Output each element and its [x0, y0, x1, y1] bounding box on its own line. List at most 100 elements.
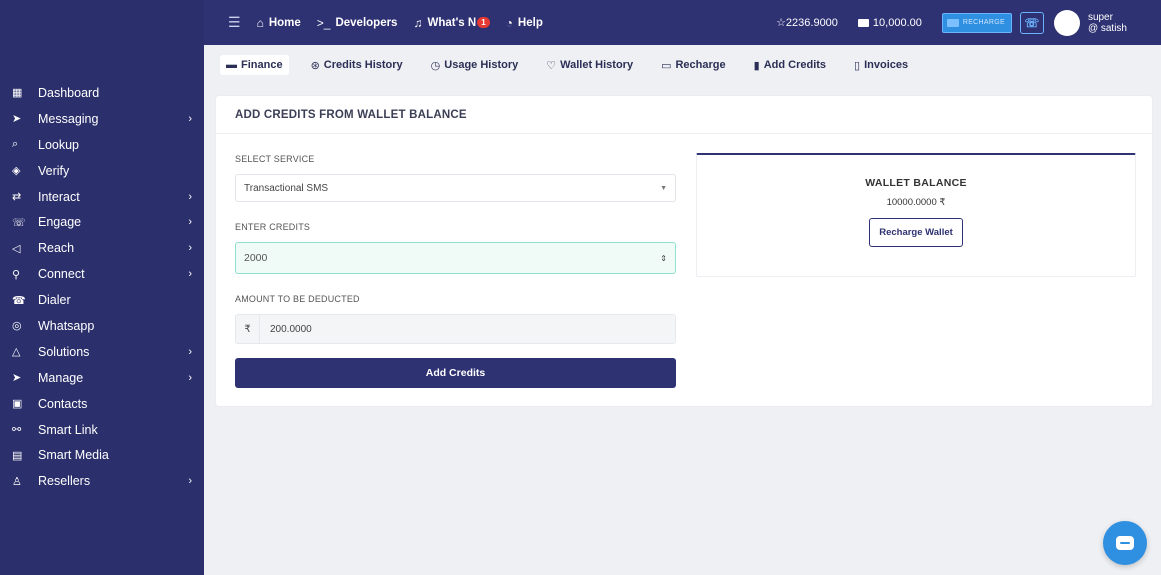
dashboard-icon: ▦ — [12, 87, 23, 100]
add-credits-icon: ▮ — [753, 59, 760, 72]
tab-add-credits[interactable]: ▮ Add Credits — [748, 55, 832, 76]
avatar[interactable] — [1053, 9, 1080, 36]
sidebar-item-contacts[interactable]: ▣ Contacts — [0, 391, 204, 417]
wallet-icon — [857, 18, 869, 27]
tab-credits-history[interactable]: ⊛ Credits History — [305, 55, 409, 76]
sidebar: ▦ Dashboard ➤ Messaging › ⌕ Lookup ◈ Verify ⇄ Inte… — [0, 0, 204, 575]
chevron-right-icon: › — [188, 242, 192, 255]
nav-whats-new-link[interactable]: ♫ What's N 1 — [413, 15, 490, 30]
sidebar-item-smart-media[interactable]: ▤ Smart Media — [0, 442, 204, 468]
sidebar-item-label: Solutions — [38, 344, 90, 359]
sidebar-item-interact[interactable]: ⇄ Interact › — [0, 184, 204, 210]
sidebar-item-whatsapp[interactable]: ◎ Whatsapp — [0, 313, 204, 339]
nav-whats-new-label: What's N — [427, 16, 477, 29]
hamburger-menu-icon[interactable]: ☰ — [228, 14, 241, 31]
sidebar-item-label: Interact — [38, 189, 80, 204]
credits-input[interactable]: 2000 ⇕ — [235, 242, 676, 274]
finance-subnav: ▬ Finance ⊛ Credits History ◷ Usage History ♡ W… — [204, 45, 1161, 85]
sidebar-item-label: Contacts — [38, 396, 88, 411]
wallet-history-icon: ♡ — [546, 59, 557, 72]
tab-label: Wallet History — [560, 59, 634, 71]
wallet-balance-title: WALLET BALANCE — [865, 177, 967, 189]
triangle-icon: △ — [12, 346, 21, 359]
tab-invoices[interactable]: ▯ Invoices — [848, 55, 914, 76]
sidebar-item-dashboard[interactable]: ▦ Dashboard — [0, 80, 204, 106]
topbar-right: ☆2236.9000 10,000.00 RECHARGE ☏ super @ … — [776, 0, 1161, 45]
sidebar-nav: ▦ Dashboard ➤ Messaging › ⌕ Lookup ◈ Verify ⇄ Inte… — [0, 80, 204, 494]
chat-icon — [1116, 536, 1134, 550]
whatsapp-icon: ◎ — [12, 320, 22, 333]
sidebar-item-dialer[interactable]: ☎ Dialer — [0, 287, 204, 313]
media-icon: ▤ — [12, 449, 23, 462]
sidebar-item-label: Messaging — [38, 111, 99, 126]
tab-label: Usage History — [444, 59, 519, 71]
recharge-wallet-button[interactable]: Recharge Wallet — [869, 218, 963, 247]
sidebar-item-label: Whatsapp — [38, 318, 95, 333]
add-credits-card: ADD CREDITS FROM WALLET BALANCE SELECT S… — [216, 96, 1152, 406]
amount-deducted-value: 200.0000 — [270, 323, 312, 335]
sidebar-item-verify[interactable]: ◈ Verify — [0, 158, 204, 184]
tab-finance[interactable]: ▬ Finance — [220, 55, 289, 75]
chevron-right-icon: › — [188, 345, 192, 358]
send-icon: ➤ — [12, 113, 22, 126]
recharge-button[interactable]: RECHARGE — [941, 12, 1012, 33]
wallet-balance-value: 10,000.00 — [872, 16, 922, 29]
sidebar-item-label: Engage — [38, 215, 82, 230]
tab-label: Recharge — [675, 59, 726, 71]
nav-home-label: Home — [268, 16, 301, 29]
user-name: super — [1087, 11, 1113, 23]
chat-widget-button[interactable] — [1103, 521, 1147, 565]
nav-help-label: Help — [517, 16, 543, 29]
sidebar-brand — [0, 0, 204, 80]
sidebar-item-engage[interactable]: ☏ Engage › — [0, 209, 204, 235]
chevron-right-icon: › — [188, 371, 192, 384]
megaphone-icon: ◁ — [12, 242, 21, 255]
sidebar-item-lookup[interactable]: ⌕ Lookup — [0, 132, 204, 158]
help-icon: ◔ — [505, 15, 513, 30]
service-select[interactable]: Transactional SMS ▼ — [235, 174, 676, 202]
add-credits-form: SELECT SERVICE Transactional SMS ▼ ENTER… — [235, 154, 676, 388]
contacts-icon: ▣ — [12, 398, 23, 411]
bell-icon: ♫ — [413, 15, 423, 30]
tab-usage-history[interactable]: ◷ Usage History — [425, 55, 525, 76]
engage-icon: ☏ — [12, 216, 26, 229]
sidebar-item-connect[interactable]: ⚲ Connect › — [0, 261, 204, 287]
user-info[interactable]: super @ satish — [1088, 12, 1127, 34]
sidebar-item-messaging[interactable]: ➤ Messaging › — [0, 106, 204, 132]
sidebar-item-label: Reach — [38, 241, 75, 256]
credits-balance: ☆2236.9000 — [776, 17, 838, 29]
recharge-label: RECHARGE — [962, 19, 1005, 26]
tab-label: Finance — [241, 59, 283, 71]
card-title: ADD CREDITS FROM WALLET BALANCE — [216, 96, 1152, 134]
credits-history-icon: ⊛ — [310, 59, 320, 72]
chevron-down-icon: ▼ — [660, 184, 667, 192]
nav-help-link[interactable]: ◔ Help — [506, 16, 543, 30]
link-icon: ⚯ — [12, 424, 22, 437]
finance-icon: ▬ — [226, 59, 237, 71]
phone-icon: ☏ — [1024, 15, 1040, 30]
nav-home-link[interactable]: ⌂ Home — [257, 16, 301, 30]
sidebar-item-label: Dialer — [38, 293, 71, 308]
chevron-right-icon: › — [188, 190, 192, 203]
stepper-icon[interactable]: ⇕ — [660, 254, 667, 263]
verify-icon: ◈ — [12, 165, 21, 178]
nav-developers-link[interactable]: >_ Developers — [317, 16, 398, 30]
wallet-balance-panel: WALLET BALANCE 10000.0000 ₹ Recharge Wal… — [696, 153, 1136, 277]
user-handle: @ satish — [1087, 22, 1127, 34]
wallet-balance-display: 10,000.00 — [857, 16, 922, 29]
select-service-label: SELECT SERVICE — [235, 154, 315, 164]
tab-wallet-history[interactable]: ♡ Wallet History — [540, 55, 639, 76]
sidebar-item-smart-link[interactable]: ⚯ Smart Link — [0, 417, 204, 443]
phone-button[interactable]: ☏ — [1019, 11, 1044, 34]
resellers-icon: ♙ — [12, 475, 22, 488]
tab-recharge[interactable]: ▭ Recharge — [655, 55, 732, 76]
sidebar-item-solutions[interactable]: △ Solutions › — [0, 339, 204, 365]
connect-icon: ⚲ — [12, 268, 21, 281]
add-credits-button[interactable]: Add Credits — [235, 358, 676, 388]
sidebar-item-reach[interactable]: ◁ Reach › — [0, 235, 204, 261]
nav-developers-label: Developers — [335, 16, 398, 29]
sidebar-item-resellers[interactable]: ♙ Resellers › — [0, 468, 204, 494]
enter-credits-label: ENTER CREDITS — [235, 222, 311, 232]
send-icon: ➤ — [12, 372, 22, 385]
sidebar-item-manage[interactable]: ➤ Manage › — [0, 365, 204, 391]
